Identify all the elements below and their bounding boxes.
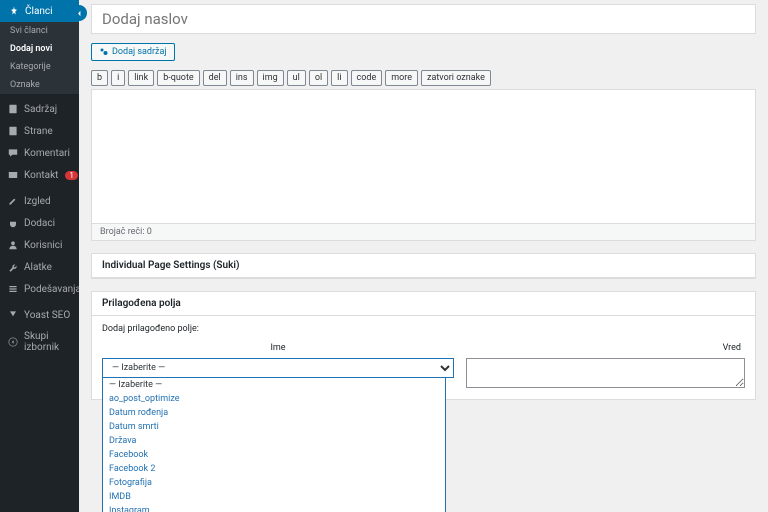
sliders-icon: [7, 283, 19, 295]
yoast-icon: [7, 309, 19, 321]
editor-btn-ol[interactable]: ol: [309, 70, 328, 86]
sidebar-subitem[interactable]: Dodaj novi: [0, 40, 79, 58]
add-content-button[interactable]: Dodaj sadržaj: [91, 43, 175, 61]
pin-icon: [8, 5, 20, 17]
word-count: Brojač reči: 0: [91, 224, 756, 241]
page-icon: [7, 125, 19, 137]
name-column-header: Ime: [102, 340, 454, 358]
brush-icon: [7, 195, 19, 207]
sidebar-subitem[interactable]: Oznake: [0, 76, 79, 94]
sidebar-submenu: Svi članciDodaj noviKategorijeOznake: [0, 22, 79, 94]
wrench-icon: [7, 261, 19, 273]
post-title-input[interactable]: [91, 4, 756, 34]
value-column-header: Vred: [466, 340, 745, 358]
add-content-label: Dodaj sadržaj: [112, 47, 167, 57]
dropdown-option[interactable]: Facebook 2: [103, 462, 445, 476]
badge: 1: [65, 171, 78, 180]
sidebar-item-podešavanja[interactable]: Podešavanja: [0, 278, 79, 300]
sidebar-item-komentari[interactable]: Komentari: [0, 142, 79, 164]
editor-btn-del[interactable]: del: [203, 70, 227, 86]
comment-icon: [7, 147, 19, 159]
sidebar-subitem[interactable]: Kategorije: [0, 58, 79, 76]
user-icon: [7, 239, 19, 251]
editor-btn-b-quote[interactable]: b-quote: [157, 70, 199, 86]
custom-fields-box: Prilagođena polja Dodaj prilagođeno polj…: [91, 291, 756, 400]
dropdown-option[interactable]: Fotografija: [103, 476, 445, 490]
sidebar-subitem[interactable]: Svi članci: [0, 22, 79, 40]
editor-btn-ins[interactable]: ins: [230, 70, 254, 86]
sidebar-item-dodaci[interactable]: Dodaci: [0, 212, 79, 234]
plug-icon: [7, 217, 19, 229]
dropdown-option[interactable]: Datum smrti: [103, 420, 445, 434]
page-settings-heading: Individual Page Settings (Suki): [92, 254, 755, 278]
editor-btn-code[interactable]: code: [351, 70, 383, 86]
add-field-label: Dodaj prilagođeno polje:: [102, 324, 745, 334]
sidebar-item-yoast-seo[interactable]: Yoast SEO: [0, 304, 79, 326]
dropdown-option[interactable]: IMDB: [103, 490, 445, 504]
editor-btn-link[interactable]: link: [128, 70, 154, 86]
main-content: Dodaj sadržaj bilinkb-quotedelinsimgulol…: [79, 0, 768, 512]
sidebar-item-korisnici[interactable]: Korisnici: [0, 234, 79, 256]
admin-sidebar: Članci Svi članciDodaj noviKategorijeOzn…: [0, 0, 79, 512]
editor-btn-ul[interactable]: ul: [287, 70, 306, 86]
dropdown-option[interactable]: — Izaberite —: [103, 378, 445, 392]
sidebar-item-izgled[interactable]: Izgled: [0, 190, 79, 212]
custom-fields-heading: Prilagođena polja: [92, 292, 755, 316]
dropdown-option[interactable]: ao_post_optimize: [103, 392, 445, 406]
doc-icon: [7, 103, 19, 115]
editor-btn-zatvori oznake[interactable]: zatvori oznake: [421, 70, 491, 86]
chevron-left-icon[interactable]: [71, 5, 87, 21]
field-name-dropdown: — Izaberite —ao_post_optimizeDatum rođen…: [102, 378, 446, 512]
dropdown-option[interactable]: Facebook: [103, 448, 445, 462]
editor-btn-i[interactable]: i: [111, 70, 125, 86]
sidebar-current-section[interactable]: Članci: [0, 0, 79, 22]
sidebar-item-skupi-izbornik[interactable]: Skupi izbornik: [0, 326, 79, 358]
field-name-select[interactable]: — Izaberite —: [102, 358, 454, 378]
editor-btn-img[interactable]: img: [257, 70, 284, 86]
media-icon: [99, 47, 109, 57]
mail-icon: [7, 169, 19, 181]
dropdown-option[interactable]: Instagram: [103, 504, 445, 512]
content-editor[interactable]: [91, 89, 756, 224]
editor-toolbar: bilinkb-quotedelinsimgulollicodemorezatv…: [91, 70, 756, 86]
sidebar-item-sadržaj[interactable]: Sadržaj: [0, 98, 79, 120]
sidebar-item-kontakt[interactable]: Kontakt1: [0, 164, 79, 186]
editor-btn-li[interactable]: li: [331, 70, 347, 86]
page-settings-box: Individual Page Settings (Suki): [91, 253, 756, 279]
editor-btn-more[interactable]: more: [385, 70, 418, 86]
sidebar-item-alatke[interactable]: Alatke: [0, 256, 79, 278]
collapse-icon: [7, 336, 19, 348]
dropdown-option[interactable]: Datum rođenja: [103, 406, 445, 420]
sidebar-top-label: Članci: [25, 6, 53, 17]
field-value-input[interactable]: [466, 358, 745, 388]
sidebar-item-strane[interactable]: Strane: [0, 120, 79, 142]
dropdown-option[interactable]: Država: [103, 434, 445, 448]
editor-btn-b[interactable]: b: [91, 70, 108, 86]
